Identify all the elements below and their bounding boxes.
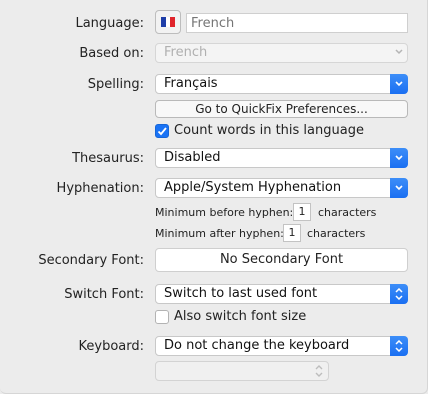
min-after-label: Minimum after hyphen: (155, 227, 284, 240)
chevron-updown-icon (315, 365, 323, 377)
hyphenation-label: Hyphenation: (56, 181, 144, 196)
secondary-font-button[interactable]: No Secondary Font (155, 248, 408, 272)
chevron-down-icon (390, 148, 408, 168)
thesaurus-popup[interactable]: Disabled (155, 148, 408, 168)
thesaurus-label: Thesaurus: (72, 151, 144, 166)
also-switch-size-label: Also switch font size (174, 309, 307, 324)
based-on-popup: French (155, 43, 408, 63)
based-on-label: Based on: (79, 46, 144, 61)
french-flag-icon (161, 17, 175, 27)
also-switch-size-checkbox[interactable] (155, 310, 169, 324)
keyboard-popup[interactable]: Do not change the keyboard (155, 336, 408, 356)
quickfix-preferences-button[interactable]: Go to QuickFix Preferences... (155, 100, 408, 118)
min-after-field[interactable]: 1 (283, 224, 301, 242)
language-name-field[interactable] (186, 13, 408, 33)
min-before-field[interactable]: 1 (293, 203, 311, 221)
keyboard-layout-popup (155, 361, 329, 381)
spelling-popup[interactable]: Français (155, 74, 408, 94)
min-after-unit: characters (307, 227, 366, 240)
min-before-label: Minimum before hyphen: (155, 206, 294, 219)
hyphenation-value: Apple/System Hyphenation (164, 180, 342, 195)
count-words-checkbox[interactable] (155, 124, 169, 138)
switch-font-value: Switch to last used font (164, 286, 318, 301)
language-flag-button[interactable] (155, 10, 181, 34)
based-on-value: French (164, 45, 208, 60)
chevron-updown-icon (390, 336, 408, 356)
keyboard-label: Keyboard: (78, 339, 145, 354)
hyphenation-popup[interactable]: Apple/System Hyphenation (155, 178, 408, 198)
chevron-down-icon (390, 74, 408, 94)
secondary-font-label: Secondary Font: (38, 253, 144, 268)
language-label: Language: (75, 16, 144, 31)
keyboard-value: Do not change the keyboard (164, 338, 350, 353)
spelling-value: Français (164, 76, 218, 91)
spelling-label: Spelling: (87, 77, 144, 92)
min-before-unit: characters (318, 206, 377, 219)
switch-font-label: Switch Font: (64, 287, 144, 302)
chevron-down-icon (390, 178, 408, 198)
thesaurus-value: Disabled (164, 150, 221, 165)
count-words-label: Count words in this language (174, 123, 364, 138)
chevron-updown-icon (390, 43, 408, 63)
switch-font-popup[interactable]: Switch to last used font (155, 284, 408, 304)
checkmark-icon (157, 127, 167, 136)
chevron-updown-icon (390, 284, 408, 304)
